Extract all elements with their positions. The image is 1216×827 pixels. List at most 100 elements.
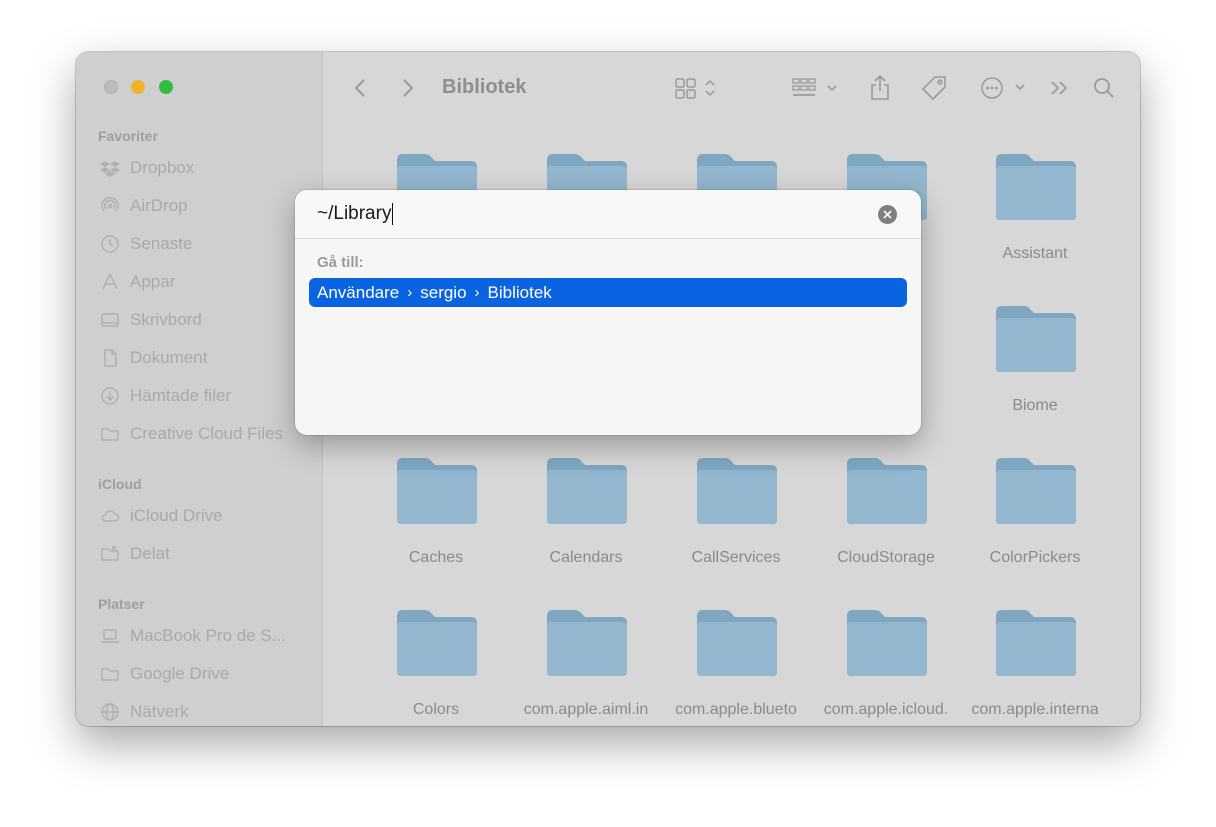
folder-icon (996, 306, 1076, 372)
sidebar-item-desktop[interactable]: Skrivbord (100, 307, 202, 333)
sidebar-item-icloud-drive[interactable]: iCloud Drive (100, 503, 223, 529)
folder-item[interactable]: com.apple.blueto (661, 608, 811, 718)
sidebar-item-documents[interactable]: Dokument (100, 345, 207, 371)
forward-button[interactable] (401, 72, 415, 104)
sidebar-item-dropbox[interactable]: Dropbox (100, 155, 194, 181)
folder-item[interactable]: CloudStorage (811, 456, 961, 566)
tag-button[interactable] (920, 72, 948, 104)
more-actions-button[interactable] (979, 72, 1027, 104)
folder-icon (101, 668, 119, 681)
go-to-folder-dialog: ~/Library Gå till: Användare › sergio › … (295, 190, 921, 435)
clear-input-button[interactable] (878, 205, 897, 224)
folder-icon (101, 428, 119, 441)
sidebar-item-label: Dokument (130, 348, 208, 367)
folder-item[interactable]: Calendars (511, 456, 661, 566)
sidebar-section-favorites: Favoriter (98, 128, 158, 144)
view-mode-button[interactable] (674, 72, 720, 104)
tag-icon (921, 76, 946, 101)
folder-label: ColorPickers (989, 549, 1081, 566)
path-segment: sergio (420, 282, 467, 302)
network-icon (101, 703, 119, 721)
sidebar-item-creative-cloud[interactable]: Creative Cloud Files (100, 421, 283, 447)
download-icon (101, 387, 119, 405)
toolbar-overflow-button[interactable] (1049, 72, 1071, 104)
dropbox-icon (100, 161, 120, 177)
sidebar: Favoriter Dropbox AirDrop Senaste Appar … (76, 52, 323, 726)
sidebar-item-apps[interactable]: Appar (100, 269, 175, 295)
folder-icon (547, 610, 627, 676)
sidebar-item-label: Nätverk (130, 702, 189, 721)
folder-item[interactable]: Biome (960, 304, 1110, 414)
search-icon (1094, 78, 1114, 98)
sidebar-item-label: AirDrop (130, 196, 188, 215)
sidebar-item-google-drive[interactable]: Google Drive (100, 661, 229, 687)
go-to-label: Gå till: (317, 254, 364, 271)
zoom-window-button[interactable] (159, 80, 173, 94)
folder-label: CallServices (691, 549, 781, 566)
clock-icon (101, 235, 119, 253)
folder-item[interactable]: com.apple.aiml.in (511, 608, 661, 718)
path-suggestion-row[interactable]: Användare › sergio › Bibliotek (309, 278, 907, 307)
close-window-button[interactable] (104, 80, 118, 94)
sidebar-item-macbook[interactable]: MacBook Pro de S... (100, 623, 286, 649)
sidebar-section-icloud: iCloud (98, 476, 142, 492)
path-separator: › (474, 284, 480, 301)
sidebar-item-airdrop[interactable]: AirDrop (100, 193, 188, 219)
folder-item[interactable]: CallServices (661, 456, 811, 566)
folder-label: com.apple.interna (971, 701, 1099, 718)
sidebar-item-label: Delat (130, 544, 170, 563)
share-icon (871, 74, 889, 100)
path-separator: › (407, 284, 413, 301)
folder-item[interactable]: com.apple.interna (960, 608, 1110, 718)
sidebar-item-label: Hämtade filer (130, 386, 232, 405)
folder-item[interactable]: Caches (361, 456, 511, 566)
window-title: Bibliotek (442, 76, 527, 98)
sidebar-item-shared[interactable]: Delat (100, 541, 170, 567)
back-button[interactable] (353, 72, 367, 104)
folder-icon (697, 610, 777, 676)
sidebar-item-downloads[interactable]: Hämtade filer (100, 383, 231, 409)
path-input-value: ~/Library (317, 203, 394, 225)
text-caret (392, 203, 394, 225)
sidebar-item-label: Senaste (130, 234, 193, 253)
airdrop-icon (101, 196, 119, 212)
chevron-double-right-icon (1051, 81, 1068, 95)
cloud-icon (101, 510, 120, 522)
folder-item[interactable]: Assistant (960, 152, 1110, 262)
folder-icon (547, 458, 627, 524)
folder-label: com.apple.blueto (675, 701, 797, 718)
folder-label: Assistant (1002, 245, 1068, 262)
folder-icon (397, 610, 477, 676)
chevron-left-icon (354, 79, 365, 97)
folder-item[interactable]: Colors (361, 608, 511, 718)
path-input[interactable]: ~/Library (295, 190, 921, 239)
group-button[interactable] (791, 72, 843, 104)
folder-item[interactable]: ColorPickers (960, 456, 1110, 566)
path-segment: Bibliotek (487, 282, 552, 302)
share-button[interactable] (869, 72, 891, 104)
folder-icon (996, 154, 1076, 220)
grid-icon (675, 78, 715, 99)
sidebar-item-label: iCloud Drive (130, 506, 223, 525)
apps-icon (102, 273, 118, 290)
minimize-window-button[interactable] (131, 80, 145, 94)
folder-label: Biome (1012, 397, 1058, 414)
folder-label: com.apple.icloud. (823, 701, 949, 718)
folder-label: Colors (412, 701, 460, 718)
folder-label: CloudStorage (837, 549, 935, 566)
path-segment: Användare (317, 282, 400, 302)
folder-icon (996, 458, 1076, 524)
search-button[interactable] (1092, 72, 1116, 104)
chevron-right-icon (403, 79, 414, 97)
close-icon (883, 210, 892, 219)
sidebar-item-label: MacBook Pro de S... (130, 626, 286, 645)
folder-icon (697, 458, 777, 524)
folder-item[interactable]: com.apple.icloud. (811, 608, 961, 718)
folder-icon (996, 610, 1076, 676)
document-icon (104, 349, 117, 367)
sidebar-item-recent[interactable]: Senaste (100, 231, 192, 257)
ellipsis-circle-icon (981, 77, 1025, 99)
sidebar-item-network[interactable]: Nätverk (100, 699, 189, 725)
desktop-icon (101, 313, 119, 327)
folder-icon (397, 458, 477, 524)
